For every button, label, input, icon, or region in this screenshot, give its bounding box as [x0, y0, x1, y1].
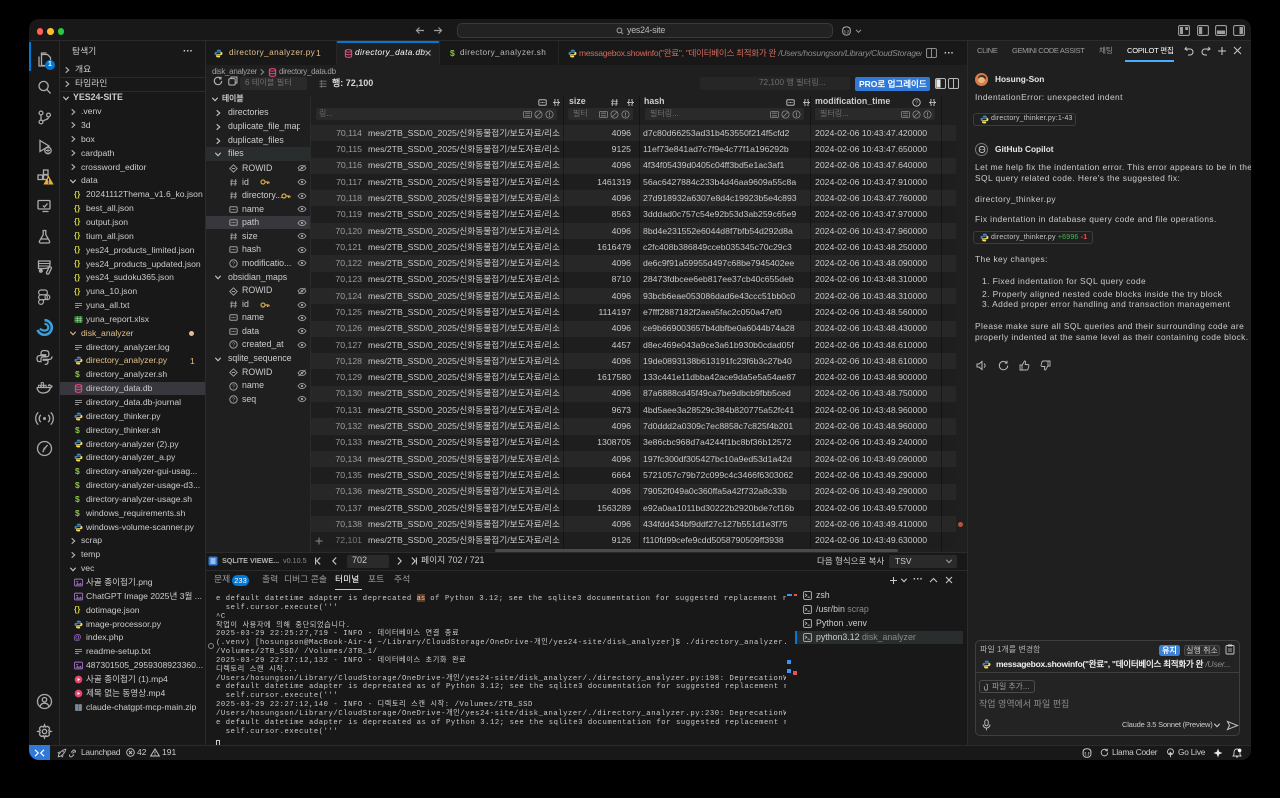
svg-text:?: ? [915, 100, 918, 106]
svg-text:?: ? [232, 343, 235, 349]
svg-text:?: ? [232, 397, 235, 403]
svg-text:?: ? [232, 384, 235, 390]
svg-text:?: ? [232, 261, 235, 267]
